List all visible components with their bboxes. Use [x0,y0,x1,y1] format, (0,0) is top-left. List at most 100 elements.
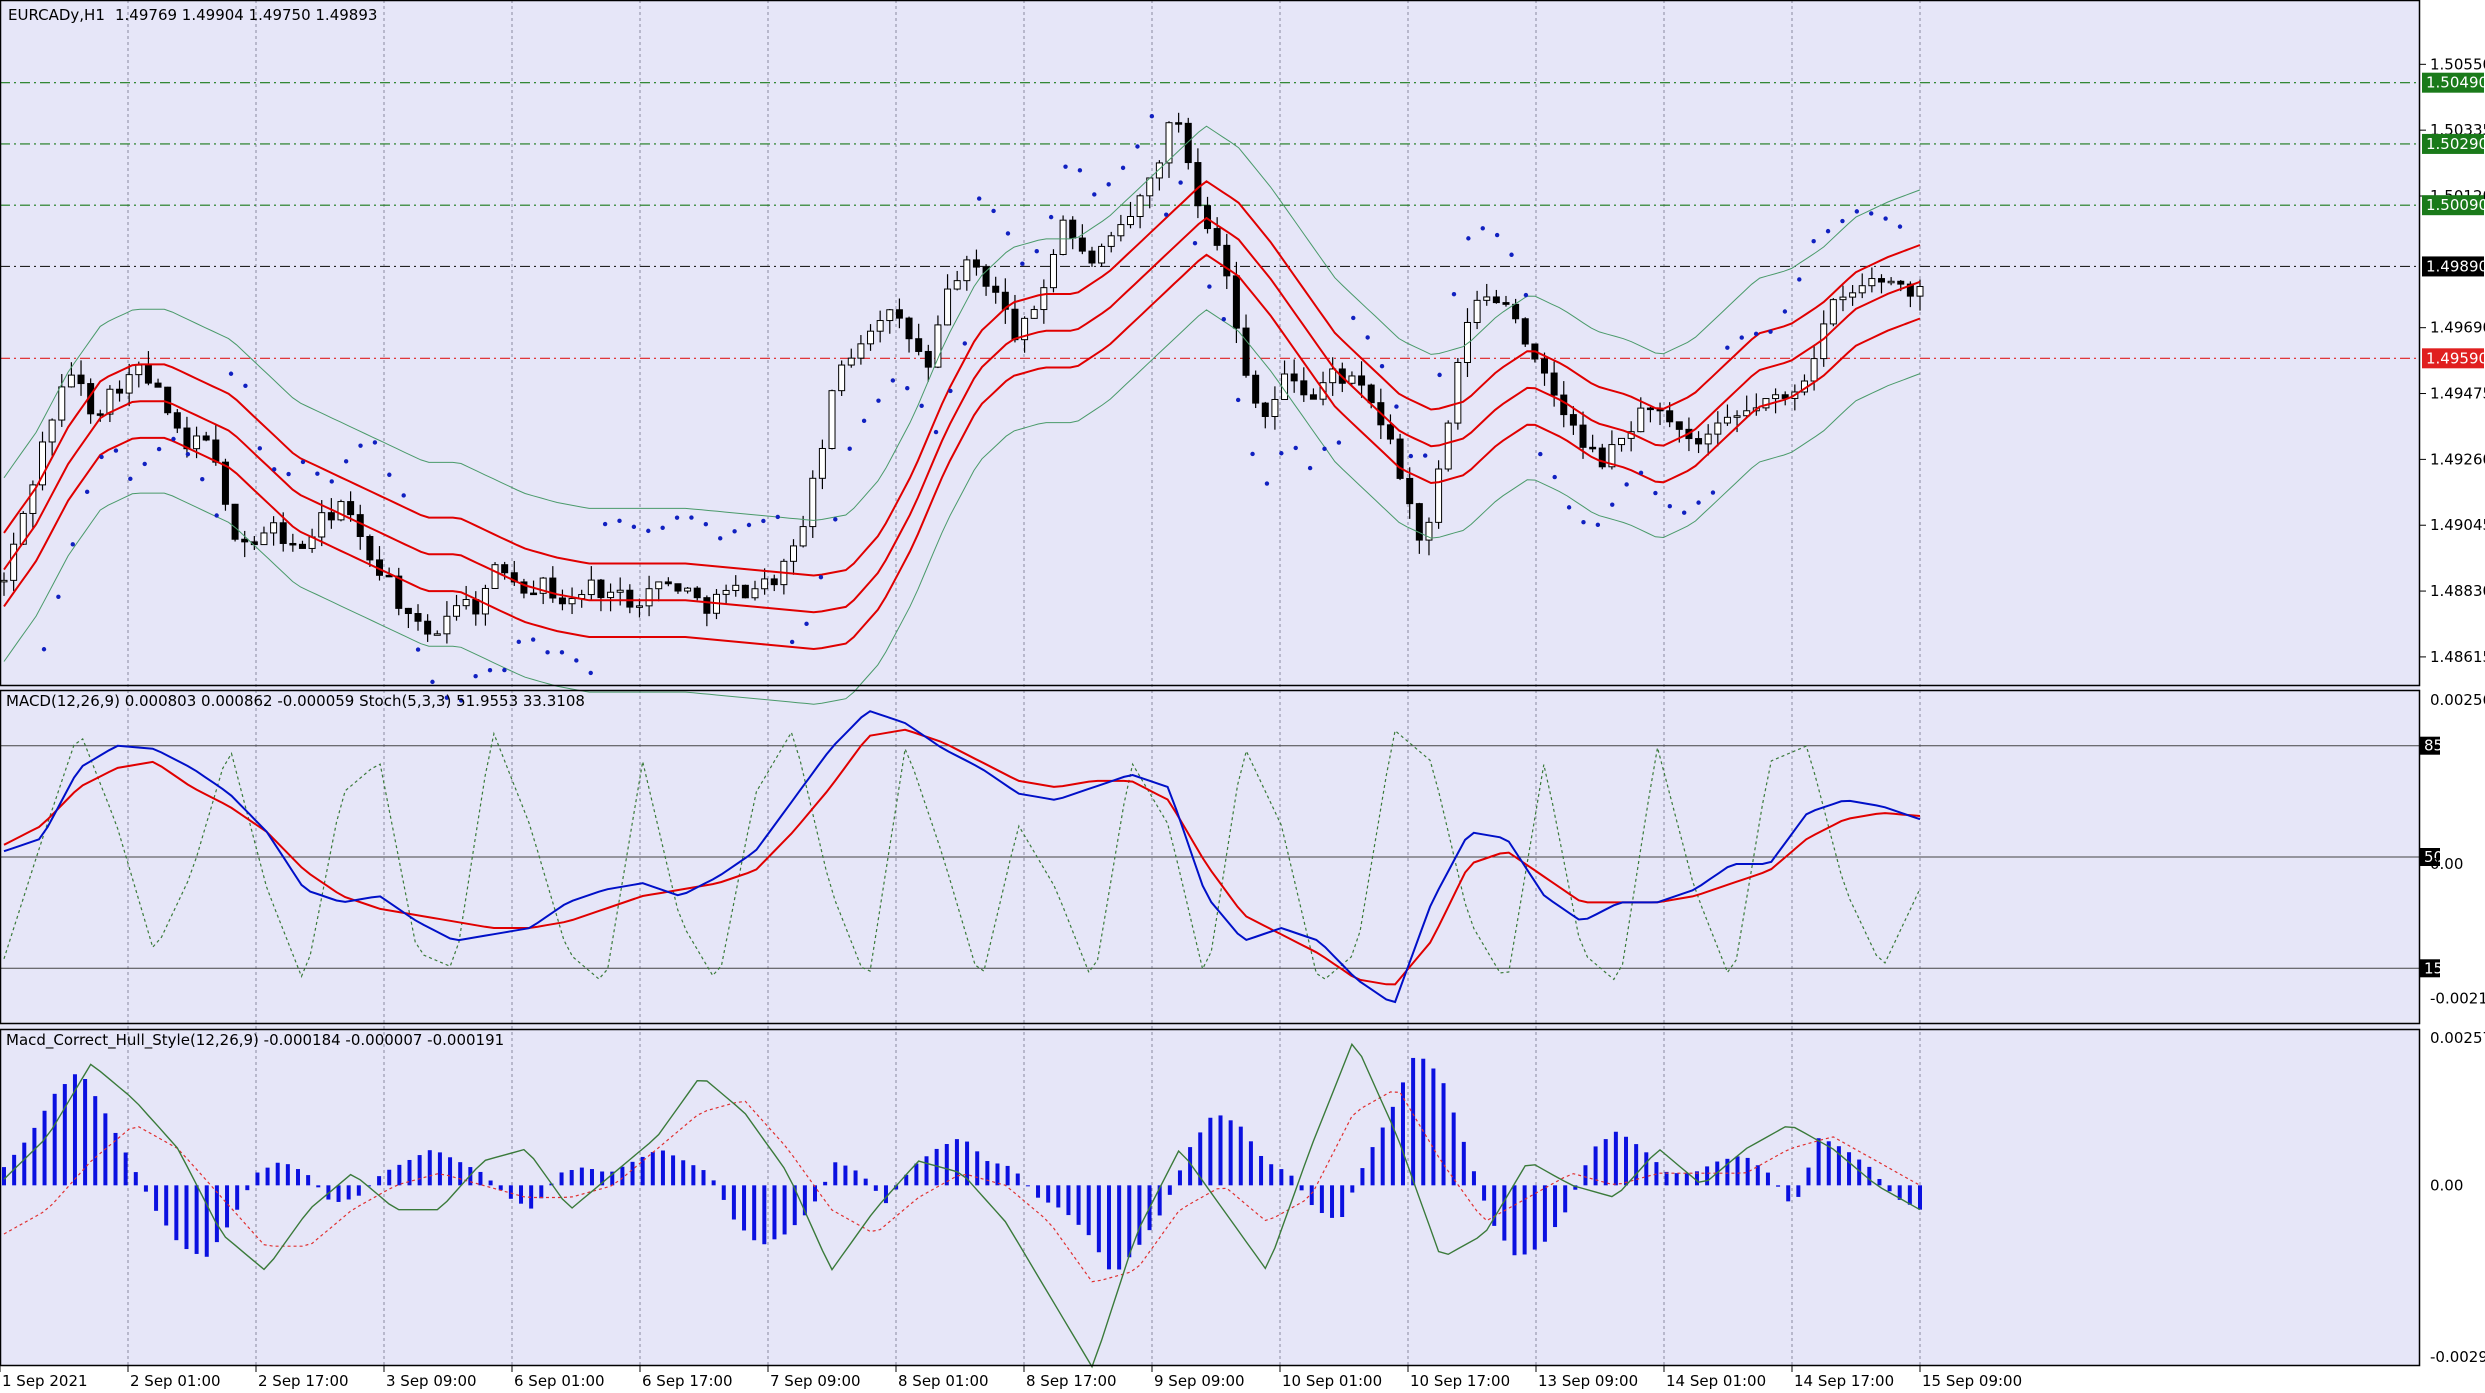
candle-body[interactable] [828,390,836,449]
candle-body[interactable] [1887,280,1895,284]
candle-body[interactable] [790,545,798,562]
candle-body[interactable] [270,522,278,534]
candle-body[interactable] [404,607,412,615]
candle-body[interactable] [1868,278,1876,287]
candle-body[interactable] [1078,237,1086,252]
candle-body[interactable] [212,439,220,463]
candle-body[interactable] [645,588,653,607]
candle-body[interactable] [607,591,615,599]
candle-body[interactable] [1348,375,1356,384]
candle-body[interactable] [770,578,778,586]
candle-body[interactable] [684,587,692,592]
candle-body[interactable] [1435,468,1443,523]
candle-body[interactable] [241,538,249,543]
candle-body[interactable] [1483,296,1491,301]
candle-body[interactable] [202,435,210,441]
candle-body[interactable] [1704,433,1712,445]
chart-canvas[interactable]: 855015 1.505501.503351.501201.496901.494… [0,0,2485,1390]
candle-body[interactable] [1521,318,1529,345]
candle-body[interactable] [1473,299,1481,323]
candle-body[interactable] [1589,446,1597,450]
candle-body[interactable] [1030,309,1038,319]
candle-body[interactable] [1232,275,1240,329]
candle-body[interactable] [838,364,846,392]
candle-body[interactable] [616,589,624,593]
candle-body[interactable] [279,522,287,544]
candle-body[interactable] [1136,195,1144,218]
candle-body[interactable] [693,587,701,599]
candle-body[interactable] [356,514,364,537]
candle-body[interactable] [1367,384,1375,404]
candle-body[interactable] [1916,286,1924,297]
candle-body[interactable] [626,589,634,608]
candle-body[interactable] [1646,407,1654,411]
candle-body[interactable] [1772,394,1780,400]
candle-body[interactable] [116,388,124,394]
candle-body[interactable] [1569,414,1577,426]
candle-body[interactable] [1637,407,1645,433]
candle-body[interactable] [703,597,711,614]
candle-body[interactable] [1675,421,1683,430]
candle-body[interactable] [260,532,268,546]
candle-body[interactable] [1126,216,1134,226]
candle-body[interactable] [424,620,432,635]
candle-body[interactable] [1213,228,1221,246]
candle-body[interactable] [1502,302,1510,305]
candle-body[interactable] [289,542,297,546]
candle-body[interactable] [96,413,104,416]
candle-body[interactable] [1184,122,1192,164]
candle-body[interactable] [67,374,75,388]
candle-body[interactable] [722,589,730,595]
candle-body[interactable] [1242,327,1250,376]
candle-body[interactable] [1329,368,1337,384]
candle-body[interactable] [1897,280,1905,285]
candle-body[interactable] [221,461,229,505]
candle-body[interactable] [1492,296,1500,304]
candle-body[interactable] [347,501,355,516]
candle-body[interactable] [1261,402,1269,417]
candle-body[interactable] [915,338,923,352]
candle-body[interactable] [433,633,441,636]
candle-body[interactable] [587,579,595,596]
candle-body[interactable] [857,343,865,359]
candle-body[interactable] [10,543,18,581]
candle-body[interactable] [164,386,172,414]
candle-body[interactable] [135,364,143,376]
candle-body[interactable] [1194,162,1202,207]
candle-body[interactable] [597,579,605,599]
candle-body[interactable] [1011,308,1019,341]
candle-body[interactable] [1695,438,1703,445]
candle-body[interactable] [635,605,643,608]
candle-body[interactable] [0,579,8,583]
candle-body[interactable] [530,592,538,596]
candle-body[interactable] [867,330,875,345]
candle-body[interactable] [501,564,509,574]
candle-body[interactable] [462,599,470,607]
candle-body[interactable] [1252,374,1260,404]
candle-body[interactable] [1733,415,1741,418]
candle-body[interactable] [1223,244,1231,277]
candle-body[interactable] [1877,278,1885,283]
candle-body[interactable] [1858,285,1866,294]
candle-body[interactable] [327,512,335,521]
candle-body[interactable] [944,288,952,326]
candle-body[interactable] [895,309,903,319]
candle-body[interactable] [1406,477,1414,505]
candle-body[interactable] [1396,438,1404,479]
candle-body[interactable] [414,613,422,622]
candle-body[interactable] [674,583,682,592]
candle-body[interactable] [491,564,499,589]
candle-body[interactable] [1049,253,1057,289]
candle-body[interactable] [1271,398,1279,417]
candle-body[interactable] [481,587,489,615]
candle-body[interactable] [1579,424,1587,448]
candle-body[interactable] [1107,235,1115,247]
candle-body[interactable] [818,447,826,479]
candle-body[interactable] [886,309,894,322]
candle-body[interactable] [876,320,884,332]
candle-body[interactable] [318,512,326,538]
candle-body[interactable] [453,605,461,617]
candle-body[interactable] [1165,122,1173,164]
candle-body[interactable] [1117,224,1125,237]
candle-body[interactable] [1666,410,1674,423]
